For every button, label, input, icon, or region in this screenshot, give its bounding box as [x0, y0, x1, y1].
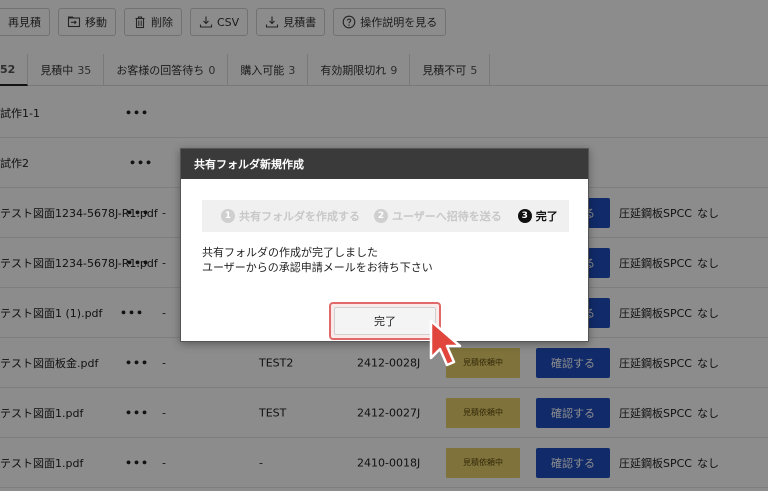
create-shared-folder-dialog: 共有フォルダ新規作成 1 共有フォルダを作成する 2 ユーザーへ招待を送る 3 …	[180, 148, 589, 342]
completion-message: 共有フォルダの作成が完了しました ユーザーからの承認申請メールをお待ち下さい	[202, 245, 433, 275]
cursor-arrow-icon	[429, 319, 462, 367]
done-button-highlight: 完了	[329, 302, 441, 340]
step-number: 3	[517, 209, 532, 223]
progress-steps: 1 共有フォルダを作成する 2 ユーザーへ招待を送る 3 完了	[202, 200, 569, 232]
step-label: 完了	[535, 210, 558, 223]
step-number: 1	[221, 209, 235, 223]
step-complete: 3 完了	[517, 208, 558, 224]
dialog-title: 共有フォルダ新規作成	[181, 149, 588, 179]
step-number: 2	[374, 209, 388, 223]
page: 再見積 移動 削除 CSV 見積書 操作説明を見る 52 見積中 35 お客様の…	[0, 0, 768, 491]
done-button[interactable]: 完了	[334, 307, 436, 335]
message-line: ユーザーからの承認申請メールをお待ち下さい	[202, 261, 433, 274]
step-label: ユーザーへ招待を送る	[392, 210, 502, 223]
message-line: 共有フォルダの作成が完了しました	[202, 246, 378, 259]
step-label: 共有フォルダを作成する	[239, 210, 360, 223]
step-send-invite: 2 ユーザーへ招待を送る	[374, 208, 502, 224]
step-create-folder: 1 共有フォルダを作成する	[221, 208, 360, 224]
